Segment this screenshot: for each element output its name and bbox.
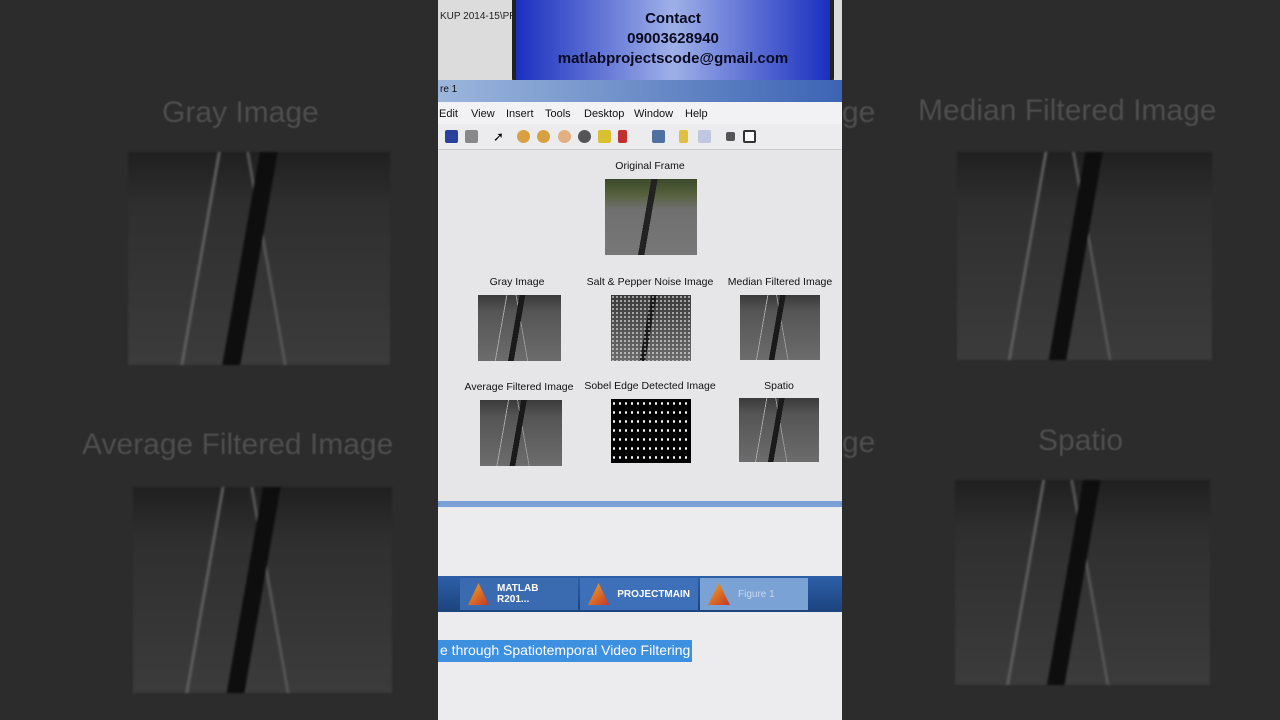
- contact-line: Contact: [645, 10, 701, 27]
- bg-label: Median Filtered Image: [918, 94, 1217, 127]
- print-icon[interactable]: [465, 130, 478, 143]
- link-icon[interactable]: [652, 130, 665, 143]
- noise-image: [611, 295, 691, 361]
- blurred-left-panel: Gray Image Average Filtered Image: [0, 0, 438, 720]
- hide-tools-icon[interactable]: [726, 132, 735, 141]
- taskbar-figure1[interactable]: Figure 1: [700, 578, 808, 610]
- desktop-area: [438, 507, 842, 720]
- menu-insert[interactable]: Insert: [506, 108, 534, 120]
- bg-label: Spatio: [1038, 424, 1124, 457]
- menu-window[interactable]: Window: [634, 108, 673, 120]
- colorbar-icon[interactable]: [679, 130, 688, 143]
- sobel-image: [611, 399, 691, 463]
- caption-original: Original Frame: [615, 160, 685, 172]
- menu-view[interactable]: View: [471, 108, 495, 120]
- taskbar-label: PROJECTMAIN: [617, 588, 690, 600]
- bg-label: Gray Image: [162, 96, 319, 129]
- legend-icon[interactable]: [698, 130, 711, 143]
- bg-fragment: ge: [842, 426, 876, 459]
- matlab-icon: [708, 583, 730, 605]
- caption-noise: Salt & Pepper Noise Image: [586, 276, 714, 288]
- bg-image: [133, 487, 392, 693]
- path-text: KUP 2014-15\PR: [440, 11, 517, 22]
- bg-image: [955, 480, 1210, 685]
- taskbar-label: MATLAB R201...: [497, 583, 539, 605]
- spatio-image: [739, 398, 819, 462]
- rotate-icon[interactable]: [578, 130, 591, 143]
- menu-edit[interactable]: Edit: [439, 108, 458, 120]
- taskbar-matlab[interactable]: MATLAB R201...: [460, 578, 578, 610]
- caption-median: Median Filtered Image: [727, 276, 833, 288]
- zoom-out-icon[interactable]: [537, 130, 550, 143]
- caption-spatio: Spatio: [764, 380, 794, 392]
- caption-sobel: Sobel Edge Detected Image: [584, 380, 716, 392]
- taskbar-projectmain[interactable]: PROJECTMAIN: [580, 578, 698, 610]
- bg-fragment: ge: [842, 96, 876, 129]
- pan-icon[interactable]: [558, 130, 571, 143]
- matlab-icon: [468, 583, 489, 605]
- menu-help[interactable]: Help: [685, 108, 708, 120]
- bg-label: Average Filtered Image: [82, 428, 394, 461]
- contact-phone: 09003628940: [627, 30, 719, 47]
- caption-gray: Gray Image: [489, 276, 545, 288]
- gray-image: [478, 295, 561, 361]
- caption-average: Average Filtered Image: [464, 381, 574, 393]
- matlab-icon: [588, 583, 610, 605]
- window-title: re 1: [440, 84, 458, 95]
- brush-icon[interactable]: [618, 130, 627, 143]
- menu-tools[interactable]: Tools: [545, 108, 571, 120]
- zoom-in-icon[interactable]: [517, 130, 530, 143]
- pointer-icon[interactable]: ➚: [493, 130, 506, 143]
- taskbar-label: Figure 1: [738, 588, 775, 600]
- dock-icon[interactable]: [743, 130, 756, 143]
- phone-screen: KUP 2014-15\PR Contact 09003628940 matla…: [438, 0, 842, 720]
- average-image: [480, 400, 562, 466]
- save-icon[interactable]: [445, 130, 458, 143]
- contact-email: matlabprojectscode@gmail.com: [557, 50, 789, 67]
- menu-desktop[interactable]: Desktop: [584, 108, 624, 120]
- median-image: [740, 295, 820, 360]
- blurred-right-panel: ge Median Filtered Image ge Spatio: [842, 0, 1280, 720]
- title-bar: [438, 80, 842, 102]
- contact-overlay: Contact 09003628940 matlabprojectscode@g…: [512, 0, 834, 86]
- bg-image: [957, 152, 1212, 360]
- data-cursor-icon[interactable]: [598, 130, 611, 143]
- bg-image: [128, 152, 390, 365]
- original-frame-image: [605, 179, 697, 255]
- selected-text[interactable]: e through Spatiotemporal Video Filtering: [438, 640, 693, 662]
